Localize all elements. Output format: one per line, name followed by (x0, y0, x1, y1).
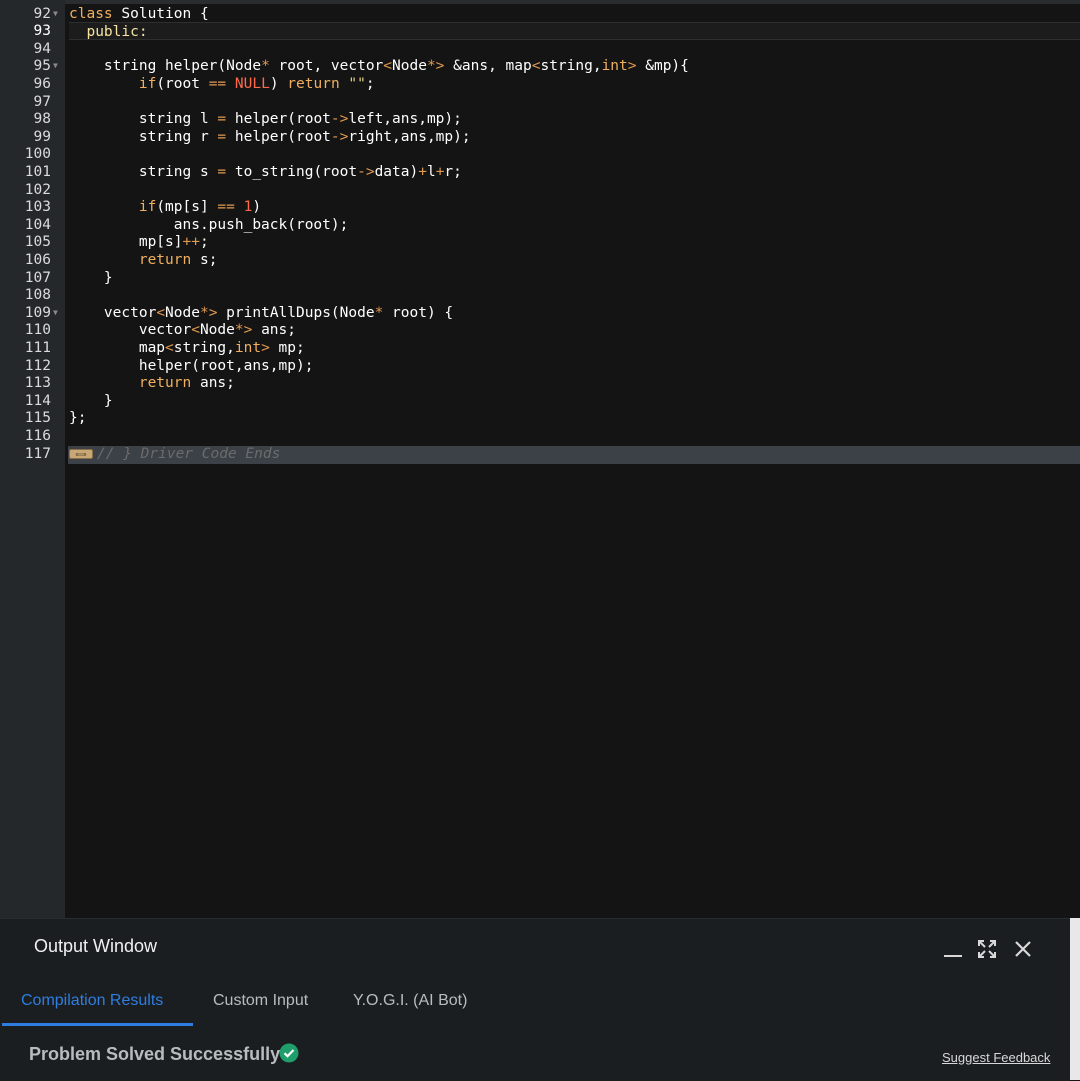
line-code: } (69, 392, 113, 409)
code-line[interactable]: 102 (0, 181, 1080, 199)
line-number: 114 (24, 392, 51, 409)
status-message: Problem Solved Successfully (29, 1044, 281, 1064)
line-number: 102 (24, 181, 51, 198)
line-number: 95 (33, 58, 51, 75)
code-line[interactable]: 97 (0, 93, 1080, 111)
check-circle-icon (279, 1043, 299, 1063)
code-line[interactable]: 109 ▼ vector<Node*> printAllDups(Node* ro… (0, 304, 1080, 322)
line-code: } (69, 269, 113, 286)
code-line[interactable]: 99 string r = helper(root->right,ans,mp)… (0, 128, 1080, 146)
output-window-header: Output Window (0, 919, 1070, 976)
code-line[interactable]: 108 (0, 286, 1080, 304)
output-window: Output Window Compilation Results Custom… (0, 918, 1070, 1081)
code-line[interactable]: 104 ans.push_back(root); (0, 216, 1080, 234)
code-line[interactable]: 112 helper(root,ans,mp); (0, 357, 1080, 375)
line-number: 92 (33, 5, 51, 22)
line-number: 97 (33, 93, 51, 110)
close-icon[interactable] (1011, 937, 1035, 961)
line-code: vector<Node*> printAllDups(Node* root) { (69, 304, 454, 321)
code-line[interactable]: 110 vector<Node*> ans; (0, 321, 1080, 339)
line-number: 93 (33, 23, 51, 40)
fold-arrow-icon[interactable]: ▼ (53, 304, 63, 322)
suggest-feedback-link[interactable]: Suggest Feedback (942, 1050, 1050, 1065)
line-code: return ans; (138, 375, 235, 392)
code-line[interactable]: 96 if(root == NULL) return ""; (0, 75, 1080, 93)
code-line[interactable]: 98 string l = helper(root->left,ans,mp); (0, 110, 1080, 128)
code-line[interactable]: 95 ▼ string helper(Node* root, vector<Nod… (0, 57, 1080, 75)
tab-custom-input[interactable]: Custom Input (213, 976, 308, 1026)
line-number: 104 (24, 216, 51, 233)
line-number: 109 (24, 304, 51, 321)
page-scrollbar[interactable] (1070, 918, 1080, 1080)
output-tabs: Compilation Results Custom Input Y.O.G.I… (0, 976, 1070, 1026)
code-editor[interactable]: 92 ▼ class Solution {93 public: 94 95 ▼ strin… (0, 0, 1080, 918)
editor-top-strip (0, 0, 1080, 4)
line-code: ⟺// } Driver Code Ends (69, 445, 1080, 463)
minimize-icon[interactable] (941, 937, 965, 961)
code-line[interactable]: 115}; (0, 409, 1080, 427)
line-code: return s; (138, 251, 218, 268)
code-line[interactable]: 117 ⟺// } Driver Code Ends (0, 445, 1080, 463)
line-number: 112 (24, 357, 51, 374)
code-line[interactable]: 94 (0, 40, 1080, 58)
line-number: 96 (33, 75, 51, 92)
line-code: helper(root,ans,mp); (69, 357, 314, 374)
code-line[interactable]: 100 (0, 145, 1080, 163)
line-code: if(mp[s] == 1) (138, 199, 262, 216)
expand-icon[interactable] (975, 937, 999, 961)
code-line[interactable]: 105 mp[s]++; (0, 233, 1080, 251)
fold-arrow-icon[interactable]: ▼ (53, 57, 63, 75)
code-line[interactable]: 103 if(mp[s] == 1) (0, 198, 1080, 216)
code-line[interactable]: 114 } (0, 392, 1080, 410)
line-code: ans.push_back(root); (69, 216, 349, 233)
line-number: 103 (24, 199, 51, 216)
line-code: map<string,int> mp; (69, 339, 305, 356)
compilation-results-panel: Problem Solved Successfully Suggest Feed… (0, 1026, 1070, 1081)
line-code: vector<Node*> ans; (69, 322, 296, 339)
line-number: 113 (24, 375, 51, 392)
line-number: 107 (24, 269, 51, 286)
line-code: mp[s]++; (69, 234, 209, 251)
code-line[interactable]: 92 ▼ class Solution { (0, 5, 1080, 23)
line-number: 106 (24, 251, 51, 268)
line-number: 100 (24, 146, 51, 163)
line-code: string l = helper(root->left,ans,mp); (69, 111, 462, 128)
fold-arrow-icon[interactable]: ▼ (53, 5, 63, 23)
line-number: 111 (24, 339, 51, 356)
line-number: 94 (33, 40, 51, 57)
line-number: 101 (24, 163, 51, 180)
code-line[interactable]: 93 public: (0, 22, 1080, 41)
line-code: if(root == NULL) return ""; (138, 75, 375, 92)
tab-compilation-results[interactable]: Compilation Results (21, 976, 163, 1026)
output-window-title: Output Window (34, 936, 158, 956)
tab-yogi-ai-bot[interactable]: Y.O.G.I. (AI Bot) (353, 976, 467, 1026)
line-code: string helper(Node* root, vector<Node*> … (69, 58, 689, 75)
code-line[interactable]: 116 (0, 427, 1080, 445)
line-code: class Solution { (69, 5, 209, 22)
code-line[interactable]: 106 return s; (0, 251, 1080, 269)
folded-code-widget-icon[interactable]: ⟺ (69, 448, 93, 459)
line-number: 115 (24, 410, 51, 427)
code-line[interactable]: 113 return ans; (0, 374, 1080, 392)
code-line[interactable]: 101 string s = to_string(root->data)+l+r… (0, 163, 1080, 181)
line-code: string s = to_string(root->data)+l+r; (69, 163, 462, 180)
line-number: 105 (24, 234, 51, 251)
line-code: string r = helper(root->right,ans,mp); (69, 128, 471, 145)
line-number: 116 (24, 427, 51, 444)
code-line[interactable]: 107 } (0, 269, 1080, 287)
line-code: }; (69, 410, 87, 427)
line-number: 99 (33, 128, 51, 145)
line-number: 108 (24, 287, 51, 304)
line-number: 98 (33, 111, 51, 128)
line-code: public: (69, 22, 1080, 41)
code-line[interactable]: 111 map<string,int> mp; (0, 339, 1080, 357)
line-number: 110 (24, 322, 51, 339)
line-number: 117 (24, 445, 51, 462)
